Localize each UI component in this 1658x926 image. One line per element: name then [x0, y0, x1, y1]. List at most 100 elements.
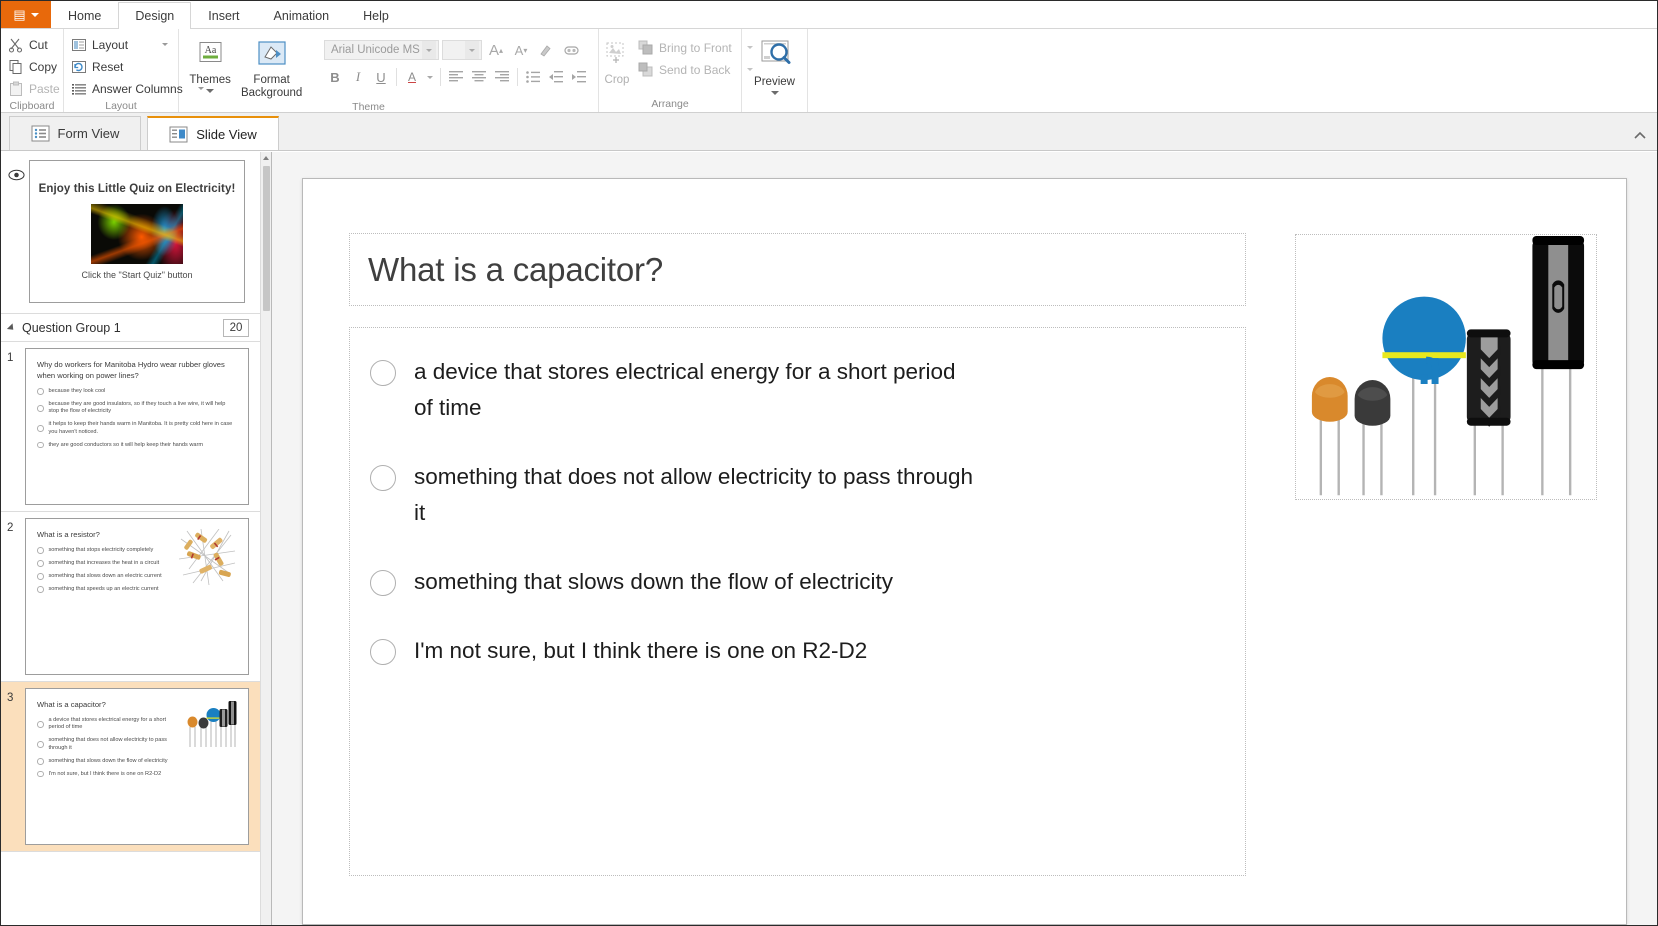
- radio-icon: [37, 425, 44, 432]
- app-menu-button[interactable]: ▤: [1, 1, 51, 28]
- answer-option-1[interactable]: a device that stores electrical energy f…: [370, 354, 1225, 426]
- themes-label: Themes: [189, 74, 231, 86]
- text-format-row: B I U A: [320, 64, 594, 90]
- slide-list-item-2[interactable]: 2 What is a resistor? something that sto…: [1, 512, 261, 682]
- grow-font-button[interactable]: A ▴: [485, 39, 507, 61]
- italic-button[interactable]: I: [347, 66, 369, 88]
- thumb-option: something that increases the heat in a c…: [37, 560, 173, 567]
- underline-label: U: [376, 69, 386, 85]
- layout-button[interactable]: Layout: [68, 34, 174, 55]
- font-row: Arial Unicode MS A ▴ A ▾: [320, 36, 594, 64]
- bring-to-front-button[interactable]: Bring to Front: [635, 37, 759, 58]
- thumb-option-text: I'm not sure, but I think there is one o…: [48, 770, 162, 777]
- themes-button[interactable]: Aa Themes: [183, 38, 237, 93]
- intro-slide-row[interactable]: Enjoy this Little Quiz on Electricity! C…: [1, 152, 261, 314]
- format-painter-button[interactable]: [535, 39, 557, 61]
- tab-slide-view[interactable]: Slide View: [147, 116, 279, 150]
- thumb-option-text: because they look cool: [48, 388, 106, 394]
- paste-button[interactable]: Paste: [5, 78, 66, 99]
- answer-option-3[interactable]: something that slows down the flow of el…: [370, 564, 1225, 600]
- copy-icon: [9, 59, 22, 74]
- chevron-down-icon: [770, 91, 779, 95]
- radio-icon[interactable]: [370, 639, 396, 665]
- crop-button[interactable]: Crop: [603, 38, 631, 87]
- align-left-button[interactable]: [445, 66, 467, 88]
- sidebar-scrollbar[interactable]: [260, 152, 271, 925]
- tab-design[interactable]: Design: [118, 2, 192, 29]
- view-tab-bar: Form View Slide View: [1, 113, 1657, 151]
- thumb-option-text: something that does not allow electricit…: [48, 737, 167, 751]
- radio-icon[interactable]: [370, 570, 396, 596]
- radio-icon[interactable]: [370, 465, 396, 491]
- font-size-dropdown[interactable]: [465, 41, 479, 59]
- shrink-font-button[interactable]: A ▾: [510, 39, 532, 61]
- cut-button[interactable]: Cut: [5, 34, 66, 55]
- eye-icon[interactable]: [8, 168, 25, 182]
- decrease-indent-button[interactable]: [545, 66, 567, 88]
- send-to-back-button[interactable]: Send to Back: [635, 59, 759, 80]
- thumb-question-title: What is a capacitor?: [37, 700, 106, 709]
- thumb-option: something that stops electricity complet…: [37, 547, 173, 554]
- font-name-dropdown[interactable]: [422, 41, 436, 59]
- radio-icon: [37, 741, 44, 748]
- align-right-button[interactable]: [491, 66, 513, 88]
- ribbon-body: Cut Copy Paste Clipboard Layout Reset An…: [1, 29, 1657, 113]
- radio-icon: [37, 388, 44, 395]
- tab-help[interactable]: Help: [346, 2, 406, 28]
- slide-list-item-1[interactable]: 1 Why do workers for Manitoba Hydro wear…: [1, 342, 261, 512]
- intro-slide-title: Enjoy this Little Quiz on Electricity!: [38, 183, 236, 195]
- answer-option-4[interactable]: I'm not sure, but I think there is one o…: [370, 633, 1225, 669]
- increase-indent-button[interactable]: [568, 66, 590, 88]
- crop-label: Crop: [604, 74, 630, 86]
- tab-home[interactable]: Home: [51, 2, 118, 28]
- tab-animation[interactable]: Animation: [257, 2, 347, 28]
- intro-slide-thumbnail[interactable]: Enjoy this Little Quiz on Electricity! C…: [29, 160, 245, 303]
- slide-thumbnail[interactable]: What is a resistor? something that stops…: [25, 518, 249, 675]
- copy-label: Copy: [29, 59, 58, 74]
- answer-columns-button[interactable]: Answer Columns: [68, 78, 204, 99]
- reset-button[interactable]: Reset: [68, 56, 174, 77]
- clear-formatting-button[interactable]: [560, 39, 582, 61]
- slide-view-label: Slide View: [196, 126, 257, 142]
- image-placeholder[interactable]: [1295, 234, 1597, 500]
- thumb-option-text: something that slows down an electric cu…: [48, 572, 162, 579]
- font-color-button[interactable]: A: [401, 66, 423, 88]
- format-background-button[interactable]: Format Background: [237, 38, 306, 100]
- preview-button[interactable]: Preview: [746, 36, 803, 95]
- thumb-option: I'm not sure, but I think there is one o…: [37, 771, 179, 778]
- slide-thumbnail[interactable]: What is a capacitor? a device that store…: [25, 688, 249, 845]
- tab-form-view[interactable]: Form View: [9, 116, 141, 150]
- bold-label: B: [330, 69, 340, 85]
- align-center-button[interactable]: [468, 66, 490, 88]
- slide-page[interactable]: What is a capacitor? a device that store…: [302, 178, 1627, 925]
- thumb-option-text: something that increases the heat in a c…: [48, 559, 160, 566]
- layout-dropdown[interactable]: [152, 43, 168, 46]
- sidebar-scroll-content: Enjoy this Little Quiz on Electricity! C…: [1, 152, 261, 925]
- thumb-option-text: something that slows down the flow of el…: [48, 757, 168, 764]
- scroll-up-button[interactable]: [261, 152, 271, 164]
- slide-list-item-3[interactable]: 3 What is a capacitor? a device that sto…: [1, 682, 261, 852]
- bullet-list-button[interactable]: [522, 66, 544, 88]
- slide-sidebar[interactable]: Enjoy this Little Quiz on Electricity! C…: [1, 152, 272, 925]
- font-name-combo[interactable]: Arial Unicode MS: [324, 40, 439, 60]
- font-size-combo[interactable]: [442, 40, 482, 60]
- bold-button[interactable]: B: [324, 66, 346, 88]
- thumb-option-text: something that stops electricity complet…: [48, 547, 154, 553]
- ribbon-group-preview: Preview: [742, 29, 808, 112]
- font-color-dropdown[interactable]: [424, 66, 436, 88]
- collapse-ribbon-button[interactable]: [1633, 129, 1647, 147]
- answers-placeholder[interactable]: a device that stores electrical energy f…: [349, 327, 1246, 876]
- divider: [396, 68, 397, 86]
- expand-triangle-icon[interactable]: [6, 322, 17, 333]
- radio-icon: [37, 770, 44, 778]
- question-group-header[interactable]: Question Group 1 20: [1, 314, 261, 342]
- answer-option-2[interactable]: something that does not allow electricit…: [370, 459, 1225, 531]
- title-placeholder[interactable]: What is a capacitor?: [349, 233, 1246, 306]
- thumb-option: it helps to keep their hands warm in Man…: [37, 421, 237, 436]
- underline-button[interactable]: U: [370, 66, 392, 88]
- radio-icon[interactable]: [370, 360, 396, 386]
- slide-thumbnail[interactable]: Why do workers for Manitoba Hydro wear r…: [25, 348, 249, 505]
- copy-button[interactable]: Copy: [5, 56, 66, 77]
- scrollbar-thumb[interactable]: [263, 166, 270, 311]
- tab-insert[interactable]: Insert: [191, 2, 256, 28]
